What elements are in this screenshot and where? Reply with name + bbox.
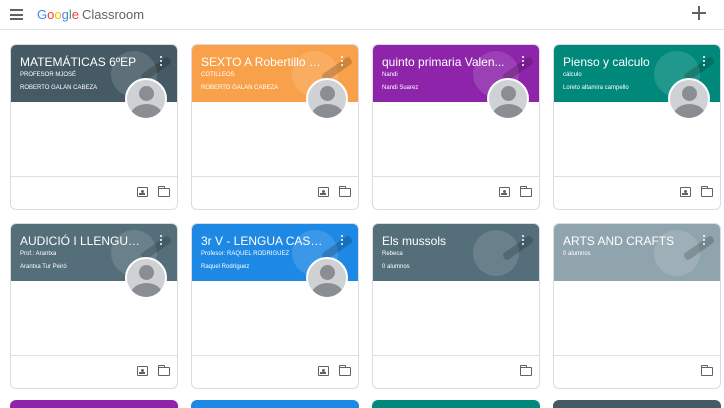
class-teacher: 0 alumnos bbox=[382, 264, 410, 270]
class-card-partial[interactable] bbox=[553, 400, 721, 408]
assignment-icon[interactable] bbox=[318, 366, 329, 376]
class-card-footer bbox=[11, 176, 177, 209]
class-title[interactable]: 3r V - LENGUA CASTE... bbox=[201, 234, 326, 248]
class-title[interactable]: AUDICIÓ I LLENGUAT... bbox=[20, 234, 145, 248]
class-card-footer bbox=[554, 355, 720, 388]
assignment-icon[interactable] bbox=[318, 187, 329, 197]
class-teacher: Arantxa Tur Peiró bbox=[20, 264, 67, 270]
folder-icon[interactable] bbox=[700, 186, 713, 197]
folder-icon[interactable] bbox=[519, 365, 532, 376]
more-options-icon[interactable] bbox=[159, 56, 163, 68]
class-title[interactable]: quinto primaria Valen... bbox=[382, 55, 507, 69]
class-card[interactable]: quinto primaria Valen... Nandi Nandi Suare… bbox=[372, 44, 540, 210]
class-section: Prof.: Arantxa bbox=[20, 251, 57, 257]
class-card-banner[interactable]: Els mussols Rebeca 0 alumnos bbox=[373, 224, 539, 281]
more-options-icon[interactable] bbox=[521, 235, 525, 247]
teacher-avatar bbox=[487, 78, 529, 120]
class-title[interactable]: ARTS AND CRAFTS bbox=[563, 234, 688, 248]
folder-icon[interactable] bbox=[338, 186, 351, 197]
class-card-footer bbox=[373, 355, 539, 388]
class-title[interactable]: SEXTO A Robertillo ar... bbox=[201, 55, 326, 69]
add-class-plus-icon[interactable] bbox=[692, 6, 706, 20]
class-card[interactable]: 3r V - LENGUA CASTE... Profesor: RAQUEL R… bbox=[191, 223, 359, 389]
class-teacher: Nandi Suarez bbox=[382, 85, 419, 91]
brand-google-text: Google bbox=[37, 7, 79, 22]
assignment-icon[interactable] bbox=[137, 366, 148, 376]
class-section: PROFESOR MJOSÉ bbox=[20, 72, 77, 78]
folder-icon[interactable] bbox=[338, 365, 351, 376]
class-card[interactable]: AUDICIÓ I LLENGUAT... Prof.: Arantxa Arant… bbox=[10, 223, 178, 389]
teacher-avatar bbox=[306, 257, 348, 299]
class-title[interactable]: MATEMÁTICAS 6ºEP bbox=[20, 55, 145, 69]
class-title[interactable]: Pienso y calculo bbox=[563, 55, 688, 69]
brand-product-text: Classroom bbox=[81, 7, 145, 22]
class-card-footer bbox=[192, 176, 358, 209]
class-section: Profesor: RAQUEL RODRIGUEZ bbox=[201, 251, 290, 257]
folder-icon[interactable] bbox=[519, 186, 532, 197]
class-section: Nandi bbox=[382, 72, 398, 78]
class-card[interactable]: Pienso y calculo cálculo Loreto altamira c… bbox=[553, 44, 721, 210]
more-options-icon[interactable] bbox=[702, 56, 706, 68]
class-card-partial[interactable] bbox=[372, 400, 540, 408]
class-card-partial[interactable] bbox=[191, 400, 359, 408]
folder-icon[interactable] bbox=[157, 186, 170, 197]
more-options-icon[interactable] bbox=[521, 56, 525, 68]
class-card[interactable]: SEXTO A Robertillo ar... COTILLEOS ROBERTO… bbox=[191, 44, 359, 210]
class-card-partial[interactable] bbox=[10, 400, 178, 408]
teacher-avatar bbox=[306, 78, 348, 120]
folder-icon[interactable] bbox=[700, 365, 713, 376]
class-title[interactable]: Els mussols bbox=[382, 234, 507, 248]
class-card[interactable]: ARTS AND CRAFTS 0 alumnos bbox=[553, 223, 721, 389]
class-teacher: ROBERTO GALAN CABEZA bbox=[20, 85, 98, 91]
class-teacher: ROBERTO GALAN CABEZA bbox=[201, 85, 279, 91]
class-card-footer bbox=[11, 355, 177, 388]
class-section: COTILLEOS bbox=[201, 72, 235, 78]
app-logo[interactable]: Google Classroom bbox=[37, 7, 144, 22]
hamburger-menu-icon[interactable] bbox=[10, 9, 23, 20]
assignment-icon[interactable] bbox=[137, 187, 148, 197]
teacher-avatar bbox=[125, 78, 167, 120]
more-options-icon[interactable] bbox=[702, 235, 706, 247]
class-section: cálculo bbox=[563, 72, 582, 78]
assignment-icon[interactable] bbox=[499, 187, 510, 197]
class-card-footer bbox=[192, 355, 358, 388]
class-card-footer bbox=[373, 176, 539, 209]
top-app-bar: Google Classroom bbox=[0, 0, 724, 30]
teacher-avatar bbox=[668, 78, 710, 120]
more-options-icon[interactable] bbox=[340, 56, 344, 68]
more-options-icon[interactable] bbox=[340, 235, 344, 247]
class-teacher: Raquel Rodríguez bbox=[201, 264, 250, 270]
teacher-avatar bbox=[125, 257, 167, 299]
class-section: 0 alumnos bbox=[563, 251, 591, 257]
class-card-banner[interactable]: ARTS AND CRAFTS 0 alumnos bbox=[554, 224, 720, 281]
class-section: Rebeca bbox=[382, 251, 403, 257]
folder-icon[interactable] bbox=[157, 365, 170, 376]
more-options-icon[interactable] bbox=[159, 235, 163, 247]
assignment-icon[interactable] bbox=[680, 187, 691, 197]
class-card[interactable]: MATEMÁTICAS 6ºEP PROFESOR MJOSÉ ROBERTO GA… bbox=[10, 44, 178, 210]
class-card[interactable]: Els mussols Rebeca 0 alumnos bbox=[372, 223, 540, 389]
class-card-footer bbox=[554, 176, 720, 209]
class-teacher: Loreto altamira campello bbox=[563, 85, 629, 91]
